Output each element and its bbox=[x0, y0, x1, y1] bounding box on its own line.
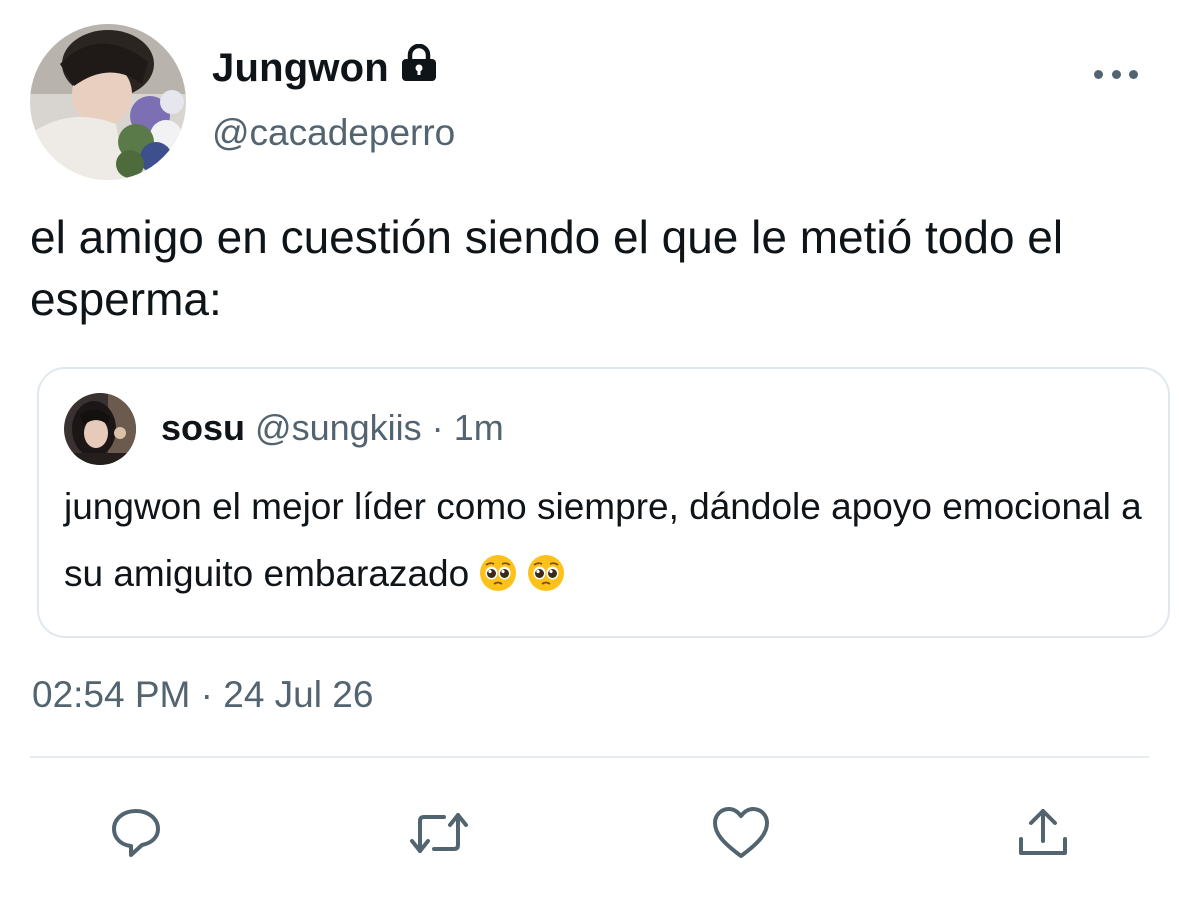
quoted-separator: · bbox=[431, 407, 444, 448]
like-icon[interactable] bbox=[706, 798, 776, 868]
share-icon[interactable] bbox=[1008, 798, 1078, 868]
more-options-icon[interactable] bbox=[1094, 64, 1138, 84]
reply-icon[interactable] bbox=[101, 798, 171, 868]
pleading-face-emoji-icon bbox=[479, 546, 517, 591]
author-name-text: Jungwon bbox=[212, 45, 389, 90]
quoted-tweet-text: jungwon el mejor líder como siempre, dán… bbox=[64, 473, 1144, 607]
quoted-author-avatar bbox=[64, 393, 136, 465]
lock-icon bbox=[399, 43, 439, 92]
tweet-text: el amigo en cuestión siendo el que le me… bbox=[30, 211, 1064, 325]
quoted-tweet-card[interactable]: sosu @sungkiis · 1m jungwon el mejor líd… bbox=[37, 367, 1170, 638]
quoted-author-handle: @sungkiis bbox=[255, 407, 422, 448]
author-display-name[interactable]: Jungwon bbox=[212, 43, 439, 92]
quoted-tweet-header: sosu @sungkiis · 1m bbox=[161, 407, 504, 449]
tweet-timestamp[interactable]: 02:54 PM · 24 Jul 26 bbox=[32, 674, 373, 716]
quoted-tweet-body: jungwon el mejor líder como siempre, dán… bbox=[64, 486, 1142, 594]
author-handle[interactable]: @cacadeperro bbox=[212, 112, 455, 154]
pleading-face-emoji-icon bbox=[527, 546, 565, 591]
author-avatar[interactable] bbox=[30, 24, 186, 180]
divider bbox=[30, 756, 1149, 758]
tweet-detail: Jungwon @cacadeperro el amigo en cuestió… bbox=[0, 0, 1179, 921]
quoted-tweet-time: 1m bbox=[453, 407, 504, 448]
quoted-author-name: sosu bbox=[161, 407, 246, 448]
retweet-icon[interactable] bbox=[404, 798, 474, 868]
